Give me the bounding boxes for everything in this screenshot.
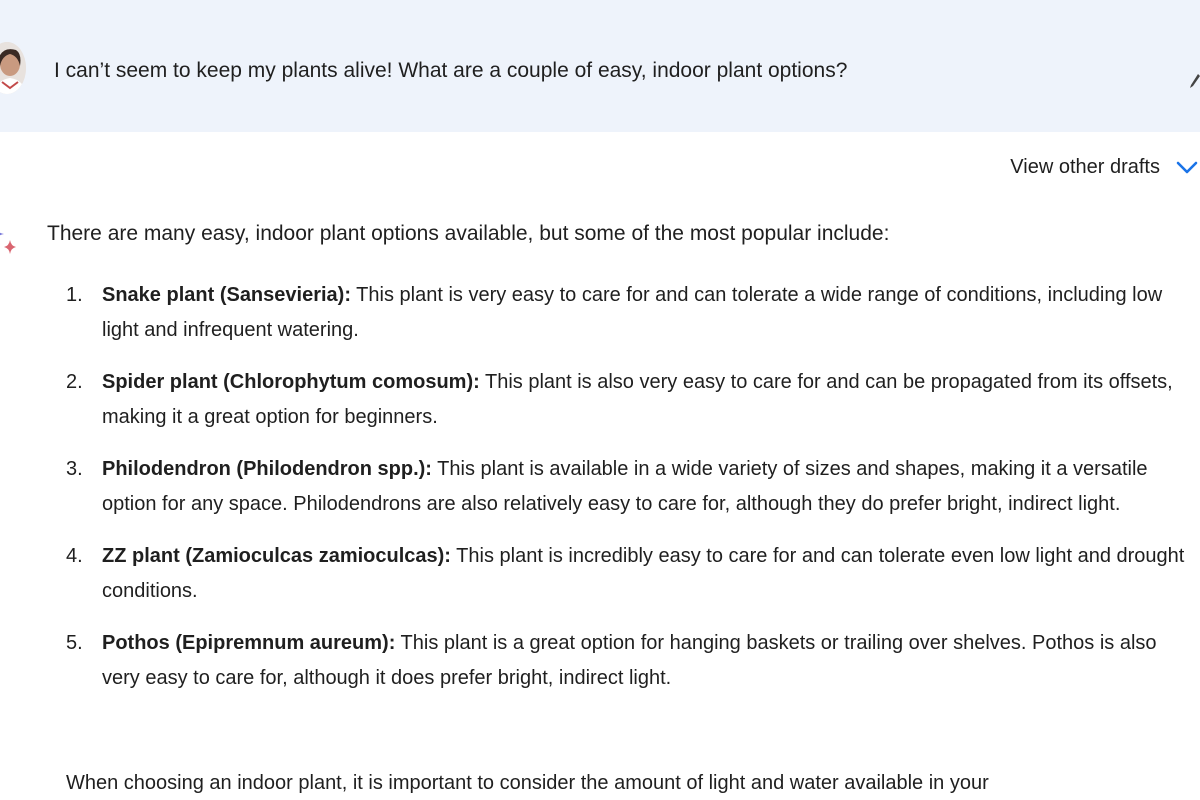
list-item-title: ZZ plant (Zamioculcas zamioculcas): (102, 545, 451, 567)
user-prompt-bar: I can’t seem to keep my plants alive! Wh… (0, 0, 1200, 132)
edit-prompt-icon[interactable] (1190, 74, 1200, 88)
list-item: 2. Spider plant (Chlorophytum comosum): … (66, 365, 1186, 435)
view-other-drafts-label: View other drafts (1010, 155, 1160, 178)
user-avatar (0, 42, 26, 94)
list-item-number: 5. (66, 632, 83, 654)
list-item: 1. Snake plant (Sansevieria): This plant… (66, 278, 1186, 348)
response-closing: When choosing an indoor plant, it is imp… (66, 772, 989, 794)
plant-list: 1. Snake plant (Sansevieria): This plant… (66, 278, 1186, 713)
chevron-down-icon (1174, 157, 1200, 177)
list-item-number: 1. (66, 284, 83, 306)
user-prompt-text: I can’t seem to keep my plants alive! Wh… (54, 59, 848, 82)
list-item-number: 4. (66, 545, 83, 567)
list-item: 3. Philodendron (Philodendron spp.): Thi… (66, 452, 1186, 522)
list-item-title: Pothos (Epipremnum aureum): (102, 632, 396, 654)
list-item-title: Spider plant (Chlorophytum comosum): (102, 371, 480, 393)
response-intro: There are many easy, indoor plant option… (47, 222, 890, 245)
list-item: 5. Pothos (Epipremnum aureum): This plan… (66, 626, 1186, 696)
list-item-title: Snake plant (Sansevieria): (102, 284, 351, 306)
list-item-number: 2. (66, 371, 83, 393)
list-item: 4. ZZ plant (Zamioculcas zamioculcas): T… (66, 539, 1186, 609)
chat-page: I can’t seem to keep my plants alive! Wh… (0, 0, 1200, 800)
list-item-title: Philodendron (Philodendron spp.): (102, 458, 432, 480)
list-item-number: 3. (66, 458, 83, 480)
user-photo-icon (0, 42, 26, 94)
sparkle-icon (0, 218, 22, 258)
view-other-drafts-button[interactable]: View other drafts (1010, 150, 1200, 184)
